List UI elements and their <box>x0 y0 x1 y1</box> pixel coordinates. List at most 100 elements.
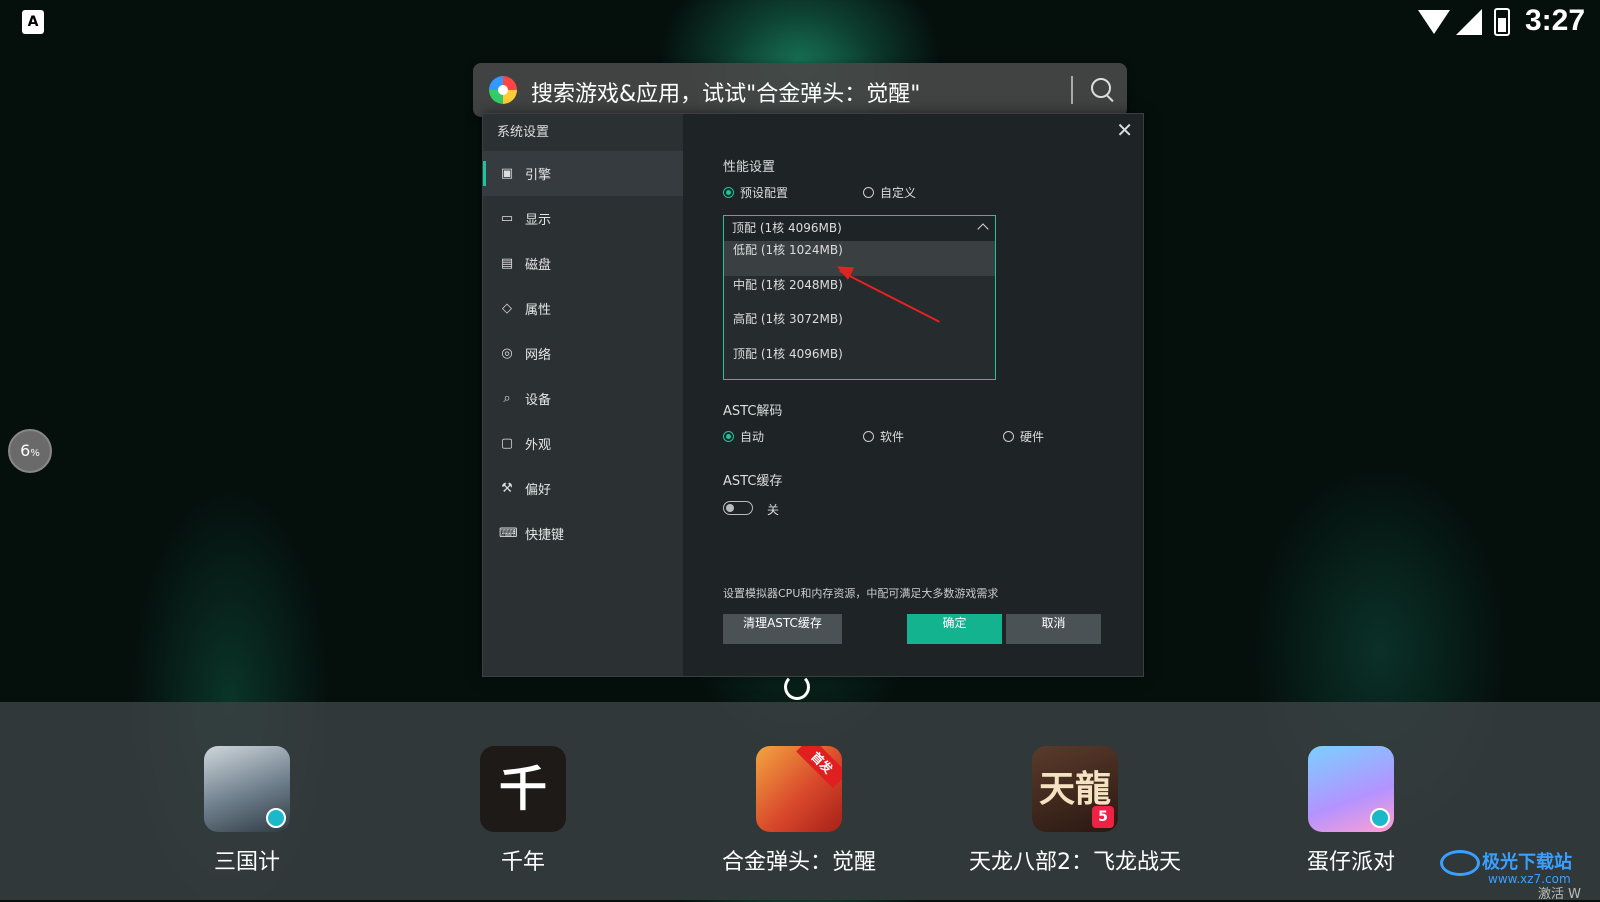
radio-astc-hardware[interactable]: 硬件 <box>1003 428 1044 445</box>
radio-astc-software-label: 软件 <box>880 430 905 444</box>
window-icon: ▢ <box>500 436 514 451</box>
app-qiannian[interactable]: 千年 千年 <box>413 746 633 876</box>
new-release-badge: 首发 <box>796 746 842 789</box>
sidebar-item[interactable]: ⌕ 设备 <box>483 376 683 421</box>
radio-custom-label: 自定义 <box>880 186 917 200</box>
sidebar-item-label: 快捷键 <box>525 528 565 543</box>
search-bar[interactable]: 搜索游戏&应用，试试"合金弹头：觉醒" <box>473 63 1127 117</box>
settings-hint: 设置模拟器CPU和内存资源，中配可满足大多数游戏需求 <box>723 587 999 600</box>
battery-icon <box>1494 8 1510 36</box>
app-store-logo-icon <box>489 76 517 104</box>
option-top[interactable]: 顶配 (1核 4096MB) <box>724 345 995 380</box>
tag-icon: ◇ <box>502 301 512 316</box>
keyboard-indicator-icon: A <box>22 10 44 34</box>
app-label: 千年 <box>500 850 545 875</box>
app-label: 蛋仔派对 <box>1306 850 1395 875</box>
sidebar-item[interactable]: ⌨ 快捷键 <box>483 511 683 556</box>
sidebar-item-label: 磁盘 <box>525 258 552 273</box>
sidebar-item-label: 显示 <box>525 213 552 228</box>
number-badge: 5 <box>1092 806 1114 828</box>
clock: 3:27 <box>1525 4 1586 37</box>
settings-content: 性能设置 预设配置 自定义 顶配 (1核 4096MB) 低配 (1核 1024… <box>723 114 1133 676</box>
shield-badge-icon <box>266 808 286 828</box>
microphone-icon: ⌕ <box>503 391 511 406</box>
radio-preset[interactable]: 预设配置 <box>723 184 788 201</box>
sidebar-item[interactable]: ▢ 外观 <box>483 421 683 466</box>
radio-dot <box>1003 431 1014 442</box>
globe-icon: ◎ <box>501 346 513 361</box>
radio-astc-auto-label: 自动 <box>740 430 765 444</box>
progress-unit: % <box>30 448 40 459</box>
sidebar-item[interactable]: ▣ 引擎 <box>483 151 683 196</box>
app-sanguoji[interactable]: 三国计 <box>137 746 357 876</box>
search-input[interactable]: 搜索游戏&应用，试试"合金弹头：觉醒" <box>531 76 920 108</box>
settings-nav: ▣ 引擎 ▭ 显示 ▤ 磁盘 ◇ 属性 ◎ 网络 ⌕ 设备 ▢ 外观 ⚒ 偏好 ⌨ 快捷键 <box>483 151 683 556</box>
radio-dot <box>863 187 874 198</box>
radio-astc-hardware-label: 硬件 <box>1020 430 1045 444</box>
sidebar-item-label: 网络 <box>525 348 552 363</box>
clear-astc-cache-button[interactable]: 清理ASTC缓存 <box>723 614 842 644</box>
radio-preset-label: 预设配置 <box>740 186 789 200</box>
monitor-icon: ▭ <box>500 211 514 226</box>
sidebar-item-label: 偏好 <box>525 483 552 498</box>
sidebar-item-label: 外观 <box>525 438 552 453</box>
sidebar-item[interactable]: ⚒ 偏好 <box>483 466 683 511</box>
watermark-logo-icon <box>1440 850 1480 876</box>
radio-custom[interactable]: 自定义 <box>863 184 916 201</box>
settings-dialog: 系统设置 ▣ 引擎 ▭ 显示 ▤ 磁盘 ◇ 属性 ◎ 网络 ⌕ 设备 ▢ 外观 ⚒ 偏好 ⌨ 快捷键 ✕ 性能设置… <box>482 113 1144 677</box>
sidebar-item[interactable]: ▤ 磁盘 <box>483 241 683 286</box>
performance-dropdown: 低配 (1核 1024MB) 中配 (1核 2048MB) 高配 (1核 307… <box>723 241 996 380</box>
sidebar-item-label: 设备 <box>525 393 552 408</box>
app-tianlong-icon: 天龍 5 <box>1032 746 1118 832</box>
search-icon[interactable] <box>1091 78 1111 98</box>
performance-select[interactable]: 顶配 (1核 4096MB) <box>723 215 996 242</box>
app-tianlong-icon-text: 天龍 <box>1038 768 1111 810</box>
dialog-title: 系统设置 <box>497 125 550 140</box>
cancel-button[interactable]: 取消 <box>1006 614 1101 644</box>
chevron-up-icon <box>977 223 989 235</box>
app-label: 三国计 <box>213 850 280 875</box>
wrench-icon: ⚒ <box>501 481 513 496</box>
signal-icon <box>1456 9 1482 35</box>
radio-dot <box>723 187 734 198</box>
astc-cache-toggle-label: 关 <box>767 503 780 517</box>
sidebar-item[interactable]: ◎ 网络 <box>483 331 683 376</box>
radio-dot <box>863 431 874 442</box>
app-metal-slug-icon: 首发 <box>756 746 842 832</box>
progress-badge[interactable]: 6% <box>8 429 52 473</box>
sidebar-item-label: 引擎 <box>525 168 552 183</box>
activate-windows-text: 激活 W <box>1538 887 1581 902</box>
option-low[interactable]: 低配 (1核 1024MB) <box>724 241 995 276</box>
progress-value: 6 <box>20 441 31 460</box>
app-label: 合金弹头：觉醒 <box>721 850 876 875</box>
astc-cache-toggle[interactable] <box>723 501 753 515</box>
option-high[interactable]: 高配 (1核 3072MB) <box>724 310 995 345</box>
app-eggy-party-icon <box>1308 746 1394 832</box>
app-tianlong[interactable]: 天龍 5 天龙八部2：飞龙战天 <box>965 746 1185 876</box>
app-metal-slug[interactable]: 首发 合金弹头：觉醒 <box>689 746 909 876</box>
watermark-text: 极光下载站 <box>1482 852 1572 873</box>
radio-astc-software[interactable]: 软件 <box>863 428 904 445</box>
radio-dot <box>723 431 734 442</box>
app-sanguoji-icon <box>204 746 290 832</box>
app-eggy-party[interactable]: 蛋仔派对 <box>1241 746 1461 876</box>
radio-astc-auto[interactable]: 自动 <box>723 428 764 445</box>
keyboard-icon: ⌨ <box>499 526 518 541</box>
confirm-button[interactable]: 确定 <box>907 614 1002 644</box>
sidebar-item[interactable]: ▭ 显示 <box>483 196 683 241</box>
app-label: 天龙八部2：飞龙战天 <box>969 850 1181 875</box>
sidebar-item[interactable]: ◇ 属性 <box>483 286 683 331</box>
settings-sidebar: 系统设置 ▣ 引擎 ▭ 显示 ▤ 磁盘 ◇ 属性 ◎ 网络 ⌕ 设备 ▢ 外观 ⚒ 偏好 ⌨ 快捷键 <box>483 114 683 676</box>
shield-badge-icon <box>1370 808 1390 828</box>
performance-title: 性能设置 <box>723 160 776 175</box>
cpu-icon: ▣ <box>500 166 514 181</box>
refresh-icon[interactable] <box>784 674 810 700</box>
astc-decode-title: ASTC解码 <box>723 404 783 419</box>
performance-select-value: 顶配 (1核 4096MB) <box>732 221 842 235</box>
status-bar: A 3:27 <box>0 0 1600 46</box>
search-divider <box>1071 76 1073 104</box>
wifi-icon <box>1418 10 1450 34</box>
app-qiannian-icon: 千年 <box>480 746 566 832</box>
disk-icon: ▤ <box>500 256 514 271</box>
astc-cache-title: ASTC缓存 <box>723 474 783 489</box>
